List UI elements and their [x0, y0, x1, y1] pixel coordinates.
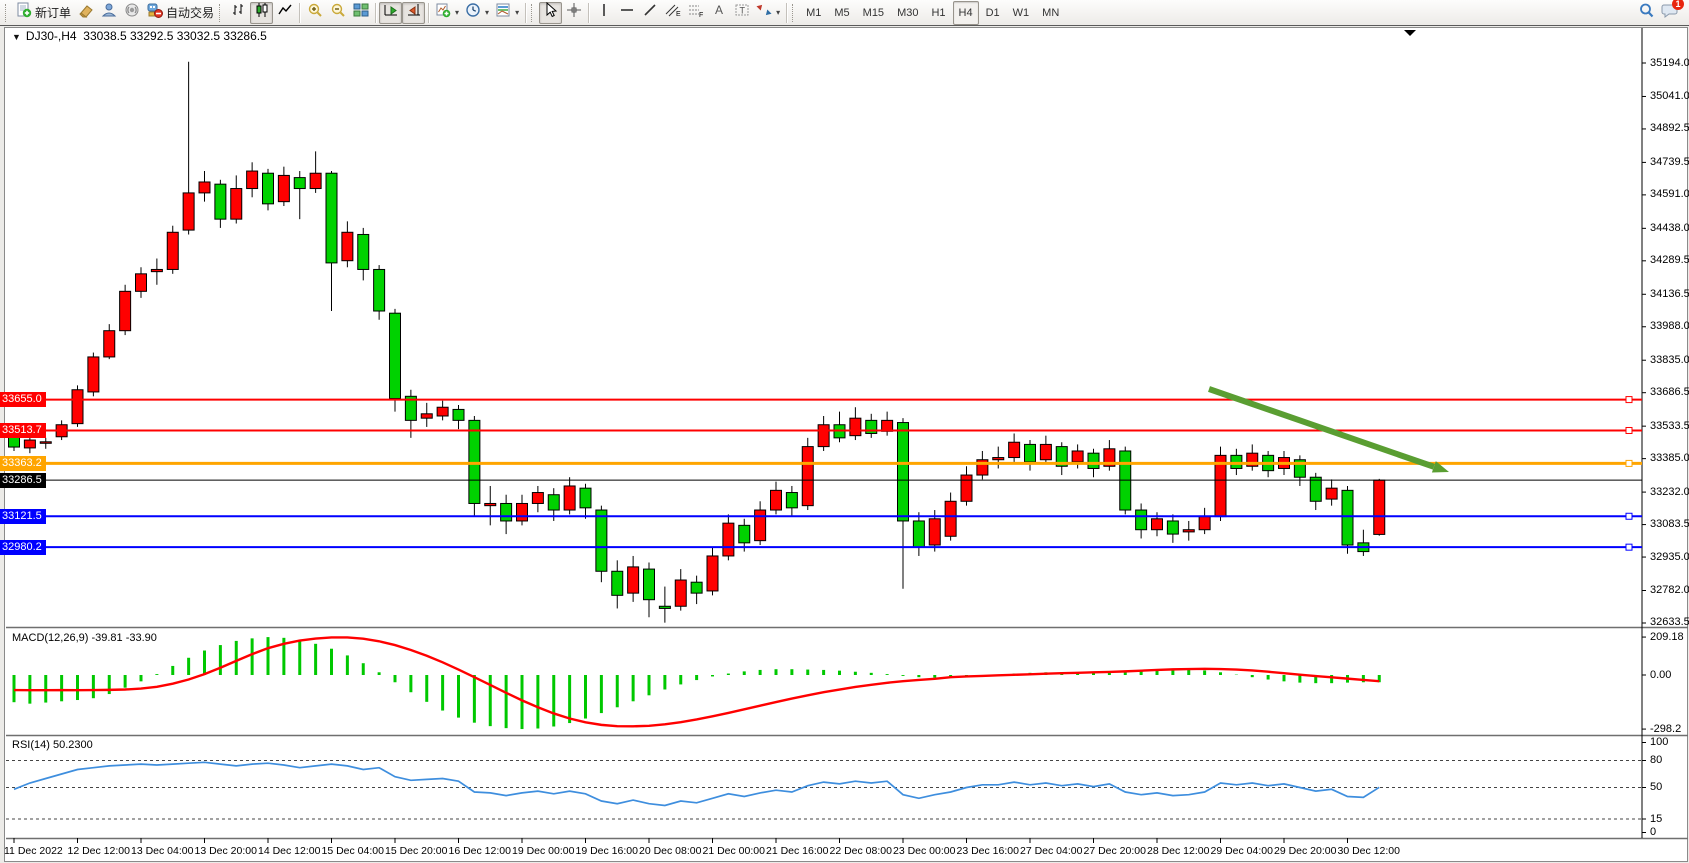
- price-tick-label: 33835.0: [1650, 354, 1689, 367]
- time-axis-label: 15 Dec 20:00: [385, 845, 447, 857]
- line-handle: [1626, 513, 1632, 519]
- time-axis-label: 13 Dec 04:00: [131, 845, 193, 857]
- chart-symbol: DJ30-,H4: [26, 29, 77, 43]
- time-axis-label: 12 Dec 12:00: [68, 845, 130, 857]
- rsi-tick-label: 100: [1650, 736, 1668, 749]
- chart-ohlc-header: ▼ DJ30-,H4 33038.5 33292.5 33032.5 33286.…: [12, 29, 267, 43]
- price-tick-label: 35041.0: [1650, 90, 1689, 103]
- price-tick-label: 34892.5: [1650, 122, 1689, 135]
- chart-ohlc-values: 33038.5 33292.5 33032.5 33286.5: [83, 29, 267, 43]
- rsi-line: [14, 762, 1379, 805]
- macd-tick-label: 0.00: [1650, 669, 1671, 682]
- macd-tick-label: -298.2: [1650, 723, 1681, 736]
- time-axis-label: 21 Dec 16:00: [766, 845, 828, 857]
- time-axis-label: 22 Dec 08:00: [830, 845, 892, 857]
- time-axis-label: 27 Dec 04:00: [1020, 845, 1082, 857]
- price-level-badge: 33121.5: [0, 509, 46, 524]
- price-tick-label: 33385.0: [1650, 452, 1689, 465]
- price-tick-label: 32935.0: [1650, 551, 1689, 564]
- trend-arrow-annotation: [1209, 389, 1434, 467]
- time-axis-label: 19 Dec 00:00: [512, 845, 574, 857]
- price-tick-label: 34289.5: [1650, 254, 1689, 267]
- rsi-tick-label: 15: [1650, 813, 1662, 826]
- time-axis-label: 28 Dec 12:00: [1147, 845, 1209, 857]
- price-tick-label: 32782.0: [1650, 584, 1689, 597]
- time-axis-label: 14 Dec 12:00: [258, 845, 320, 857]
- line-handle: [1626, 460, 1632, 466]
- chart-shift-marker-icon: [1404, 30, 1416, 36]
- price-tick-label: 35194.0: [1650, 57, 1689, 70]
- price-level-badge: 33655.0: [0, 392, 46, 407]
- time-axis-label: 13 Dec 20:00: [195, 845, 257, 857]
- line-handle: [1626, 397, 1632, 403]
- price-tick-label: 34438.0: [1650, 222, 1689, 235]
- time-axis-label: 16 Dec 12:00: [449, 845, 511, 857]
- main-chart-canvas[interactable]: [0, 0, 1689, 863]
- current-price-badge: 33286.5: [0, 473, 46, 488]
- price-tick-label: 33988.0: [1650, 320, 1689, 333]
- time-axis-label: 23 Dec 00:00: [893, 845, 955, 857]
- price-tick-label: 34591.0: [1650, 188, 1689, 201]
- time-axis-label: 29 Dec 04:00: [1211, 845, 1273, 857]
- collapse-triangle-icon[interactable]: ▼: [12, 32, 21, 42]
- price-tick-label: 33232.0: [1650, 486, 1689, 499]
- time-axis-label: 21 Dec 00:00: [703, 845, 765, 857]
- time-axis-label: 23 Dec 16:00: [957, 845, 1019, 857]
- time-axis-label: 11 Dec 2022: [4, 845, 63, 857]
- time-axis-label: 30 Dec 12:00: [1338, 845, 1400, 857]
- price-tick-label: 32633.5: [1650, 616, 1689, 629]
- price-level-badge: 33513.7: [0, 423, 46, 438]
- price-tick-label: 33083.5: [1650, 518, 1689, 531]
- macd-group: [14, 637, 1379, 729]
- time-axis-label: 19 Dec 16:00: [576, 845, 638, 857]
- rsi-tick-label: 0: [1650, 826, 1656, 839]
- rsi-tick-label: 80: [1650, 754, 1662, 767]
- price-tick-label: 33533.5: [1650, 420, 1689, 433]
- time-axis-label: 27 Dec 20:00: [1084, 845, 1146, 857]
- price-level-badge: 33363.2: [0, 456, 46, 471]
- time-axis-label: 20 Dec 08:00: [639, 845, 701, 857]
- time-axis-label: 15 Dec 04:00: [322, 845, 384, 857]
- rsi-tick-label: 50: [1650, 781, 1662, 794]
- price-tick-label: 33686.5: [1650, 386, 1689, 399]
- candles-group: [9, 62, 1385, 623]
- macd-indicator-label: MACD(12,26,9) -39.81 -33.90: [12, 632, 157, 644]
- line-handle: [1626, 544, 1632, 550]
- time-axis-label: 29 Dec 20:00: [1274, 845, 1336, 857]
- price-tick-label: 34739.5: [1650, 156, 1689, 169]
- price-tick-label: 34136.5: [1650, 288, 1689, 301]
- line-handle: [1626, 427, 1632, 433]
- rsi-indicator-label: RSI(14) 50.2300: [12, 739, 93, 751]
- macd-signal-line: [14, 637, 1379, 726]
- macd-tick-label: 209.18: [1650, 631, 1684, 644]
- price-level-badge: 32980.2: [0, 540, 46, 555]
